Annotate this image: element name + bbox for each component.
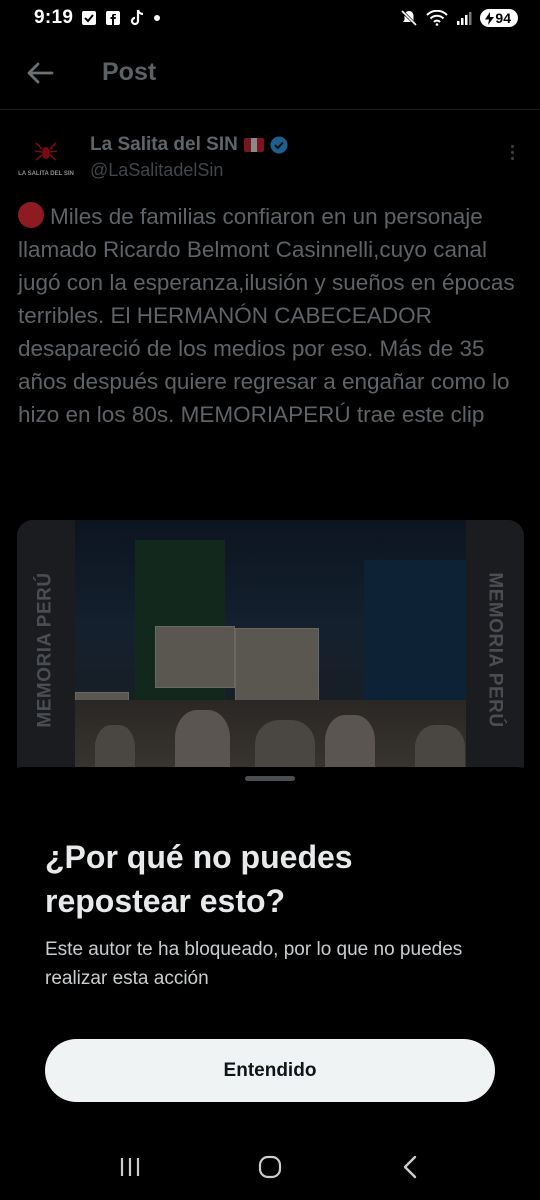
peru-flag-icon: [243, 138, 264, 152]
tiktok-icon: [129, 9, 145, 27]
battery-level: 94: [495, 10, 511, 26]
wifi-icon: [426, 10, 449, 26]
mute-icon: [400, 9, 418, 27]
system-back-button[interactable]: [380, 1142, 440, 1192]
verified-badge-icon: [270, 136, 288, 154]
author-name[interactable]: La Salita del SIN: [90, 134, 238, 156]
battery-icon: 94: [480, 9, 518, 27]
home-button[interactable]: [240, 1142, 300, 1192]
video-watermark-right: MEMORIA PERÚ: [485, 572, 507, 728]
recent-apps-button[interactable]: [100, 1142, 160, 1192]
signal-icon: [456, 10, 472, 26]
back-icon: [403, 1155, 417, 1179]
sheet-grabber-handle[interactable]: [245, 776, 295, 781]
tweet: LA SALITA DEL SIN La Salita del SIN @LaS…: [0, 110, 540, 431]
page-title: Post: [102, 58, 157, 86]
more-dot-icon: [510, 156, 514, 160]
tweet-body: Miles de familias confiaron en un person…: [18, 204, 515, 427]
author-handle[interactable]: @LaSalitadelSin: [90, 160, 502, 181]
home-icon: [258, 1155, 282, 1179]
red-circle-icon: [18, 202, 44, 228]
video-watermark-left: MEMORIA PERÚ: [35, 572, 57, 728]
avatar-text: LA SALITA DEL SIN: [18, 170, 74, 177]
protest-sign: [235, 628, 319, 702]
recent-apps-icon: [120, 1158, 140, 1176]
status-time: 9:19: [34, 7, 74, 28]
check-box-icon: [81, 10, 97, 26]
sheet-title: ¿Por qué no puedes repostear esto?: [45, 839, 353, 919]
tweet-video[interactable]: MEMORIA PERÚ MEMORIA PERÚ: [17, 520, 524, 780]
post-header: Post: [0, 36, 540, 110]
protest-sign: [155, 626, 235, 688]
tweet-text: Miles de familias confiaron en un person…: [0, 186, 540, 431]
more-dot-icon: [510, 144, 514, 148]
video-frame: [75, 520, 484, 780]
spider-logo-icon: [33, 139, 59, 169]
back-button[interactable]: [20, 53, 60, 93]
system-nav-bar: [0, 1134, 540, 1200]
tweet-author-row: LA SALITA DEL SIN La Salita del SIN @LaS…: [0, 110, 540, 186]
more-dot-icon: [510, 150, 514, 154]
understood-button[interactable]: Entendido: [45, 1039, 495, 1102]
dot-icon: [153, 14, 161, 22]
avatar[interactable]: LA SALITA DEL SIN: [18, 130, 74, 186]
video-side-panel-right: MEMORIA PERÚ: [466, 520, 524, 780]
more-options-button[interactable]: [502, 132, 522, 172]
video-side-panel-left: MEMORIA PERÚ: [17, 520, 75, 780]
author-info: La Salita del SIN @LaSalitadelSin: [90, 130, 502, 181]
status-bar: 9:19 94: [0, 0, 540, 36]
sheet-message: Este autor te ha bloqueado, por lo que n…: [45, 939, 463, 989]
arrow-left-icon: [27, 62, 54, 83]
facebook-icon: [105, 10, 121, 26]
